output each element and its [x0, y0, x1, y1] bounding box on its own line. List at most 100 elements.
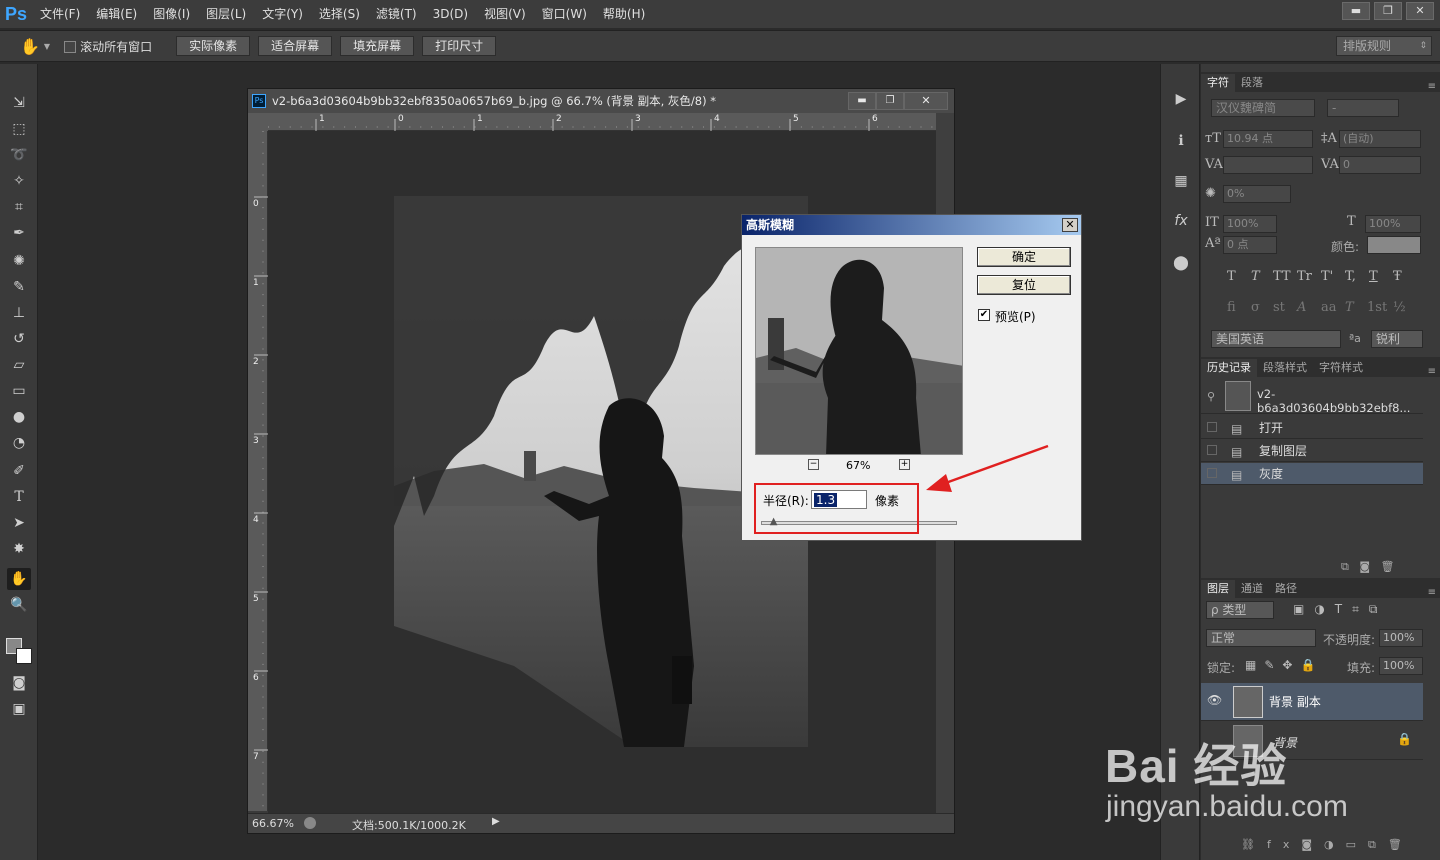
- all-caps-icon[interactable]: TT: [1273, 269, 1291, 284]
- history-item[interactable]: ▤ 复制图层: [1201, 440, 1423, 462]
- menu-layer[interactable]: 图层(L): [198, 0, 254, 28]
- styles-fx-icon[interactable]: fx: [1169, 210, 1193, 232]
- screen-mode-icon[interactable]: ▣: [7, 698, 31, 720]
- tsume-field[interactable]: 0%: [1223, 185, 1291, 203]
- tab-paragraph[interactable]: 段落: [1235, 74, 1269, 92]
- restore-button[interactable]: ❐: [1374, 2, 1402, 20]
- hand-tool-icon[interactable]: ✋: [7, 568, 31, 590]
- menu-3d[interactable]: 3D(D): [425, 0, 476, 28]
- stamp-tool-icon[interactable]: ⊥: [7, 302, 31, 324]
- filter-preview[interactable]: [755, 247, 963, 455]
- close-button[interactable]: ✕: [1406, 2, 1434, 20]
- quick-mask-icon[interactable]: ◙: [7, 672, 31, 694]
- doc-restore-button[interactable]: ❐: [876, 92, 904, 110]
- tool-preset-chevron-icon[interactable]: ▼: [44, 42, 50, 51]
- vertical-ruler[interactable]: 0 1 2 3 4 5 6 7: [248, 131, 268, 811]
- eyedropper-tool-icon[interactable]: ✒: [7, 222, 31, 244]
- healing-brush-tool-icon[interactable]: ✺: [7, 250, 31, 272]
- antialias-select[interactable]: 锐利: [1371, 330, 1423, 348]
- brush-tool-icon[interactable]: ✎: [7, 276, 31, 298]
- ligature-icon[interactable]: fi: [1227, 300, 1236, 315]
- language-select[interactable]: 美国英语: [1211, 330, 1341, 348]
- ruler-origin[interactable]: [248, 113, 268, 131]
- tab-character[interactable]: 字符: [1201, 74, 1235, 92]
- layer-row-selected[interactable]: 👁 背景 副本: [1201, 683, 1423, 721]
- menu-type[interactable]: 文字(Y): [254, 0, 311, 28]
- actual-pixels-button[interactable]: 实际像素: [176, 36, 251, 56]
- new-document-icon[interactable]: ⧉: [1341, 560, 1349, 573]
- play-actions-icon[interactable]: ▶: [1169, 88, 1193, 110]
- zoom-tool-icon[interactable]: 🔍: [7, 594, 31, 616]
- titling-icon[interactable]: T: [1345, 300, 1354, 315]
- type-tool-icon[interactable]: T: [7, 486, 31, 508]
- font-style-select[interactable]: -: [1327, 99, 1399, 117]
- history-source-checkbox[interactable]: [1207, 422, 1217, 432]
- history-source-checkbox[interactable]: [1207, 468, 1217, 478]
- horizontal-ruler[interactable]: 1 0 1 2 3 4 5 6: [268, 113, 936, 131]
- layer-filter-select[interactable]: ρ 类型: [1206, 601, 1274, 619]
- horizontal-scale-field[interactable]: 100%: [1365, 215, 1421, 233]
- eraser-tool-icon[interactable]: ▱: [7, 354, 31, 376]
- doc-minimize-button[interactable]: ▬: [848, 92, 876, 110]
- dialog-title[interactable]: 高斯模糊: [742, 215, 1081, 235]
- camera-icon[interactable]: ◙: [1359, 560, 1370, 573]
- document-tab[interactable]: Ps v2-b6a3d03604b9bb32ebf8350a0657b69_b.…: [248, 89, 954, 113]
- crop-tool-icon[interactable]: ⌗: [7, 196, 31, 218]
- font-size-field[interactable]: 10.94 点: [1223, 130, 1313, 148]
- fit-screen-button[interactable]: 适合屏幕: [258, 36, 333, 56]
- tracking-field[interactable]: 0: [1339, 156, 1421, 174]
- preview-checkbox[interactable]: ✔: [978, 309, 990, 321]
- lasso-tool-icon[interactable]: ➰: [7, 144, 31, 166]
- blend-mode-select[interactable]: 正常: [1206, 629, 1316, 647]
- reset-button[interactable]: 复位: [977, 275, 1071, 295]
- font-family-select[interactable]: 汉仪魏碑简: [1211, 99, 1315, 117]
- old-style-icon[interactable]: σ: [1251, 300, 1260, 315]
- fractions-icon[interactable]: ½: [1393, 300, 1406, 315]
- dialog-close-button[interactable]: ✕: [1062, 218, 1078, 232]
- menu-view[interactable]: 视图(V): [476, 0, 534, 28]
- layer-filter-icons[interactable]: ▣◑T⌗⧉: [1293, 602, 1387, 617]
- tab-paths[interactable]: 路径: [1269, 580, 1303, 598]
- tab-paragraph-styles[interactable]: 段落样式: [1257, 359, 1313, 377]
- shape-tool-icon[interactable]: ✸: [7, 538, 31, 560]
- background-color-swatch[interactable]: [16, 648, 32, 664]
- history-brush-icon[interactable]: ⚲: [1207, 390, 1215, 403]
- gradient-tool-icon[interactable]: ▭: [7, 380, 31, 402]
- pen-tool-icon[interactable]: ✐: [7, 460, 31, 482]
- menu-help[interactable]: 帮助(H): [595, 0, 653, 28]
- menu-filter[interactable]: 滤镜(T): [368, 0, 425, 28]
- trash-icon[interactable]: 🗑: [1381, 560, 1395, 573]
- workspace-select[interactable]: 排版规则 ⇕: [1336, 36, 1432, 56]
- subscript-icon[interactable]: T,: [1345, 269, 1356, 284]
- fill-screen-button[interactable]: 填充屏幕: [340, 36, 415, 56]
- faux-bold-icon[interactable]: T: [1227, 269, 1236, 284]
- panel-menu-icon[interactable]: ≡: [1428, 366, 1436, 377]
- dodge-tool-icon[interactable]: ◔: [7, 432, 31, 454]
- kuler-icon[interactable]: ⬤: [1169, 252, 1193, 274]
- leading-field[interactable]: (自动): [1339, 130, 1421, 148]
- blur-tool-icon[interactable]: ●: [7, 406, 31, 428]
- discretionary-ligature-icon[interactable]: st: [1273, 300, 1285, 315]
- lock-icons[interactable]: ▦✎✥🔒: [1245, 658, 1323, 672]
- small-caps-icon[interactable]: Tr: [1297, 269, 1312, 284]
- history-item[interactable]: ▤ 打开: [1201, 417, 1423, 439]
- superscript-icon[interactable]: T': [1321, 269, 1333, 284]
- panel-menu-icon[interactable]: ≡: [1428, 587, 1436, 598]
- ordinals-icon[interactable]: 1st: [1367, 300, 1387, 315]
- minimize-button[interactable]: ▬: [1342, 2, 1370, 20]
- tab-channels[interactable]: 通道: [1235, 580, 1269, 598]
- menu-edit[interactable]: 编辑(E): [88, 0, 145, 28]
- underline-icon[interactable]: T: [1369, 269, 1378, 284]
- history-brush-tool-icon[interactable]: ↺: [7, 328, 31, 350]
- text-color-swatch[interactable]: [1367, 236, 1421, 254]
- magic-wand-tool-icon[interactable]: ✧: [7, 170, 31, 192]
- tab-history[interactable]: 历史记录: [1201, 359, 1257, 377]
- baseline-field[interactable]: 0 点: [1223, 236, 1277, 254]
- grid-panel-icon[interactable]: ▦: [1169, 170, 1193, 192]
- kerning-field[interactable]: [1223, 156, 1313, 174]
- menu-select[interactable]: 选择(S): [311, 0, 368, 28]
- vertical-scale-field[interactable]: 100%: [1223, 215, 1277, 233]
- hand-tool-icon[interactable]: ✋: [20, 37, 40, 56]
- eye-icon[interactable]: 👁: [1207, 693, 1222, 707]
- zoom-in-button[interactable]: +: [899, 459, 910, 470]
